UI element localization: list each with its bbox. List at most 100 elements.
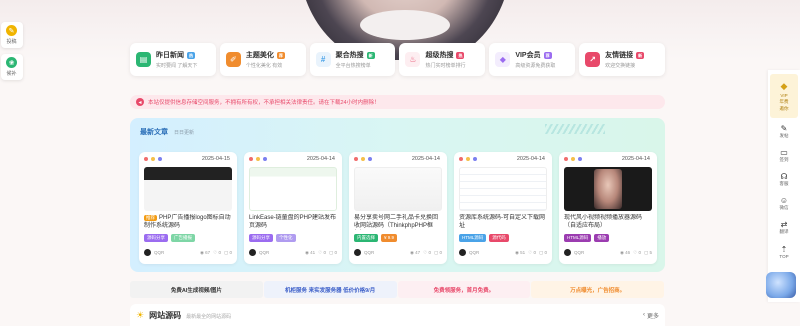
sidebar-item-wechat[interactable]: ☺ 微信 [780,193,789,214]
sidebar-label: 客服 [779,181,789,186]
author-name[interactable]: QQR [469,250,479,255]
author-name[interactable]: QQR [574,250,584,255]
nav-title: 主题美化 [245,52,274,59]
author-avatar[interactable] [144,249,151,256]
article-stats: ◉ 67 ♡ 0 ▢ 0 [200,250,232,256]
dot-yellow [361,157,365,161]
nav-card-daily-news[interactable]: ▤ 昨日新闻热 实时要闻 了解天下 [130,43,216,76]
article-thumbnail[interactable] [564,167,652,211]
candidate-label: 候补 [6,71,17,77]
dot-blue [263,157,267,161]
article-tag[interactable]: 源代码 [489,234,509,242]
article-thumbnail[interactable] [249,167,337,211]
notice-text: 本站仅提供信息存储空间服务，不拥有所有权，不承担相关法律责任。请在下载24小时内… [148,100,380,106]
nav-badge: 热 [187,51,195,59]
thumbnail-photo [594,169,622,209]
article-tag[interactable]: 播放 [594,234,610,242]
article-title[interactable]: 现代风小视频视频播放器源码（自适应布局） [564,214,652,230]
dot-blue [368,157,372,161]
more-link[interactable]: ‹ 更多 [643,311,659,320]
author-name[interactable]: QQR [154,250,164,255]
section-title: 网站源码 [149,310,182,320]
article-title-text: 现代风小视频视频播放器源码（自适应布局） [564,215,643,229]
contribute-button[interactable]: ✎ 投稿 [0,22,23,48]
comments-stat: ▢ 0 [433,249,442,255]
brush-icon: ✐ [225,52,241,67]
doc-icon: ▭ [780,148,788,157]
section-subtitle: 最新最全的网站源码 [186,313,232,320]
likes-count: 0 [323,249,326,255]
mascot-avatar[interactable] [766,272,796,298]
article-card[interactable]: 2025-04-14 易分享卖号网二手礼品卡兑换回收网站源码（ThinkphpP… [349,152,447,264]
sidebar-item-service[interactable]: ☊ 客服 [780,169,789,190]
likes-count: 0 [218,249,221,255]
article-meta: QQR ◉ 67 ♡ 0 ▢ 0 [144,249,232,256]
article-card[interactable]: 2025-04-14 资源库系统源码-可自定义下载网址 HTML源码 源代码 QQ… [454,152,552,264]
candidate-button[interactable]: ❀ 候补 [0,54,23,80]
comments-stat: ▢ 0 [328,249,337,255]
nav-card-hot-search[interactable]: # 聚合热搜新 全平台热搜榜单 [309,43,396,76]
nav-title: VIP会员 [515,52,541,59]
sidebar-item-top[interactable]: ⇡ TOP [779,241,788,262]
latest-articles-panel: 最新文章 日日更新 2025-04-15 推荐 PHP广告播报logo图标自动制作… [130,118,665,272]
vip-label: 年费 [779,98,789,104]
sidebar-item-checkin[interactable]: ▭ 签到 [780,145,789,166]
vip-promo-button[interactable]: ◆ VIP 年费 邀你 [770,74,798,118]
article-date: 2025-04-14 [306,156,335,162]
article-tag[interactable]: 个性化 [276,234,296,242]
nav-desc: 欢迎交换链接 [605,63,636,69]
article-card[interactable]: 2025-04-15 推荐 PHP广告播报logo图标自动制作系统源码 源码分享广… [139,152,237,264]
author-name[interactable]: QQR [259,250,269,255]
author-name[interactable]: QQR [364,250,374,255]
dot-red [459,157,463,161]
author-avatar[interactable] [249,249,256,256]
sidebar-item-post[interactable]: ✎ 发帖 [780,121,789,142]
right-sidebar: ◆ VIP 年费 邀你 ✎ 发帖 ▭ 签到 ☊ 客服 ☺ 微信 ⇄ 翻译 ⇡ T… [768,70,800,302]
article-thumbnail[interactable] [354,167,442,211]
article-tag[interactable]: 广告播报 [171,234,195,242]
sidebar-label: TOP [779,253,789,259]
dot-red [564,157,568,161]
promo-button-server[interactable]: 机柜服务 来实发服务器 低价价格9/月 [263,281,397,298]
nav-desc: 个性化美化 有效 [245,63,283,69]
article-tag[interactable]: HTML源码 [459,234,487,242]
views-count: 51 [520,249,526,255]
hero-illustration-collar [360,10,450,40]
fire-icon: ♨ [405,52,421,67]
article-card[interactable]: 2025-04-14 现代风小视频视频播放器源码（自适应布局） HTML源码 播放… [559,152,657,264]
article-title[interactable]: 资源库系统源码-可自定义下载网址 [459,214,547,230]
title-tag: 推荐 [144,215,157,221]
nav-card-friend-links[interactable]: ↗ 友情链接新 欢迎交换链接 [579,43,665,76]
article-title[interactable]: 推荐 PHP广告播报logo图标自动制作系统源码 [144,214,232,230]
article-thumbnail[interactable] [459,167,547,211]
headset-icon: ☊ [780,172,788,181]
nav-card-super-hot[interactable]: ♨ 超级热搜热 热门实时榜单排行 [399,43,486,76]
dot-yellow [151,157,155,161]
promo-button-ai-video[interactable]: 免费AI生成视频/图片 [130,281,263,298]
article-tag[interactable]: 内置选择 [354,234,378,242]
promo-button-ad[interactable]: 万点曝光，广告招商。 [531,281,664,298]
article-title[interactable]: 易分享卖号网二手礼品卡兑换回收网站源码（ThinkphpPHP框架） [354,214,442,230]
article-thumbnail[interactable] [144,167,232,211]
top-arrow-icon: ⇡ [780,244,788,254]
nav-card-theme[interactable]: ✐ 主题美化荐 个性化美化 有效 [219,43,306,76]
author-avatar[interactable] [354,249,361,256]
article-card[interactable]: 2025-04-14 LinkEase-链童盘的PHP建站发布页源码 源码分享个… [244,152,342,264]
author-avatar[interactable] [459,249,466,256]
sidebar-label: 发帖 [779,133,789,138]
nav-badge: 荐 [276,51,285,59]
article-tags: HTML源码 播放 [564,234,610,242]
article-tag[interactable]: 源码分享 [249,234,273,242]
article-tag[interactable]: HTML源码 [564,234,592,242]
likes-stat: ♡ 0 [633,249,641,255]
article-tag[interactable]: 源码分享 [144,234,168,242]
nav-card-vip[interactable]: ◆ VIP会员荐 高级资源免费获取 [489,43,576,76]
article-title[interactable]: LinkEase-链童盘的PHP建站发布页源码 [249,214,337,230]
article-tag[interactable]: ¥ 9.9 [381,234,398,242]
promo-button-free-service[interactable]: 免费领服务，首月免费。 [397,281,531,298]
sidebar-label: 翻译 [779,229,789,234]
author-avatar[interactable] [564,249,571,256]
sidebar-item-translate[interactable]: ⇄ 翻译 [780,217,789,238]
dot-blue [158,157,162,161]
dot-red [144,157,148,161]
